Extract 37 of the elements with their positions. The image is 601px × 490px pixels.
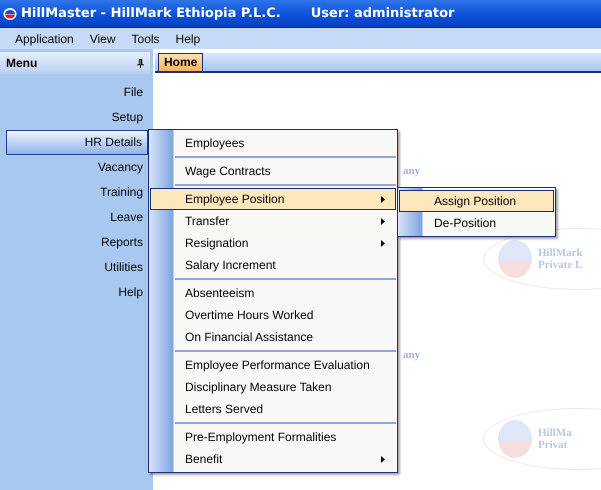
sidebar-item[interactable]: HR Details — [6, 130, 148, 155]
menu-item[interactable]: Transfer — [150, 210, 396, 232]
logo-ball-drawing — [498, 240, 532, 278]
menu-item[interactable]: Tools — [124, 32, 168, 46]
sidebar-title: Menu — [6, 56, 38, 70]
menu-item[interactable]: Assign Position — [399, 190, 554, 212]
menu-item[interactable]: Overtime Hours Worked — [150, 304, 396, 326]
window-title: HillMaster - HillMark Ethiopia P.L.C. — [21, 6, 281, 21]
pin-icon[interactable] — [137, 58, 144, 68]
menu-item[interactable]: Help — [168, 32, 208, 46]
menu-item[interactable]: Pre-Employment Formalities — [150, 426, 396, 448]
menu-item[interactable]: Benefit — [150, 448, 396, 470]
watermark-text: any — [403, 165, 420, 177]
watermark-text: HillMark — [538, 247, 583, 259]
app-logo-icon — [3, 6, 17, 20]
logo-ball-drawing — [498, 420, 532, 458]
menu-item[interactable]: View — [82, 32, 124, 46]
tab[interactable]: Home — [158, 53, 204, 71]
menu-item[interactable]: Salary Increment — [150, 254, 396, 276]
sidebar-item[interactable]: File — [6, 80, 153, 105]
menu-item[interactable]: Resignation — [150, 232, 396, 254]
sidebar-item[interactable]: Setup — [6, 105, 153, 130]
menu-item[interactable]: Absenteeism — [150, 282, 396, 304]
watermark-text: any — [403, 349, 420, 361]
watermark-text: HillMa — [538, 427, 572, 439]
menu-item[interactable]: De-Position — [399, 212, 554, 234]
menu-item[interactable]: Employees — [150, 132, 396, 154]
watermark-text: Private L — [538, 259, 583, 271]
menu-item[interactable]: Letters Served — [150, 398, 396, 420]
menu-item[interactable]: On Financial Assistance — [150, 326, 396, 348]
menu-item[interactable]: Employee Position — [150, 188, 396, 210]
menu-item[interactable]: Wage Contracts — [150, 160, 396, 182]
user-label: User: administrator — [310, 6, 454, 21]
watermark-text: Privat — [538, 439, 568, 451]
menu-item[interactable]: Disciplinary Measure Taken — [150, 376, 396, 398]
menu-item[interactable]: Application — [7, 32, 82, 46]
menu-item[interactable]: Employee Performance Evaluation — [150, 354, 396, 376]
